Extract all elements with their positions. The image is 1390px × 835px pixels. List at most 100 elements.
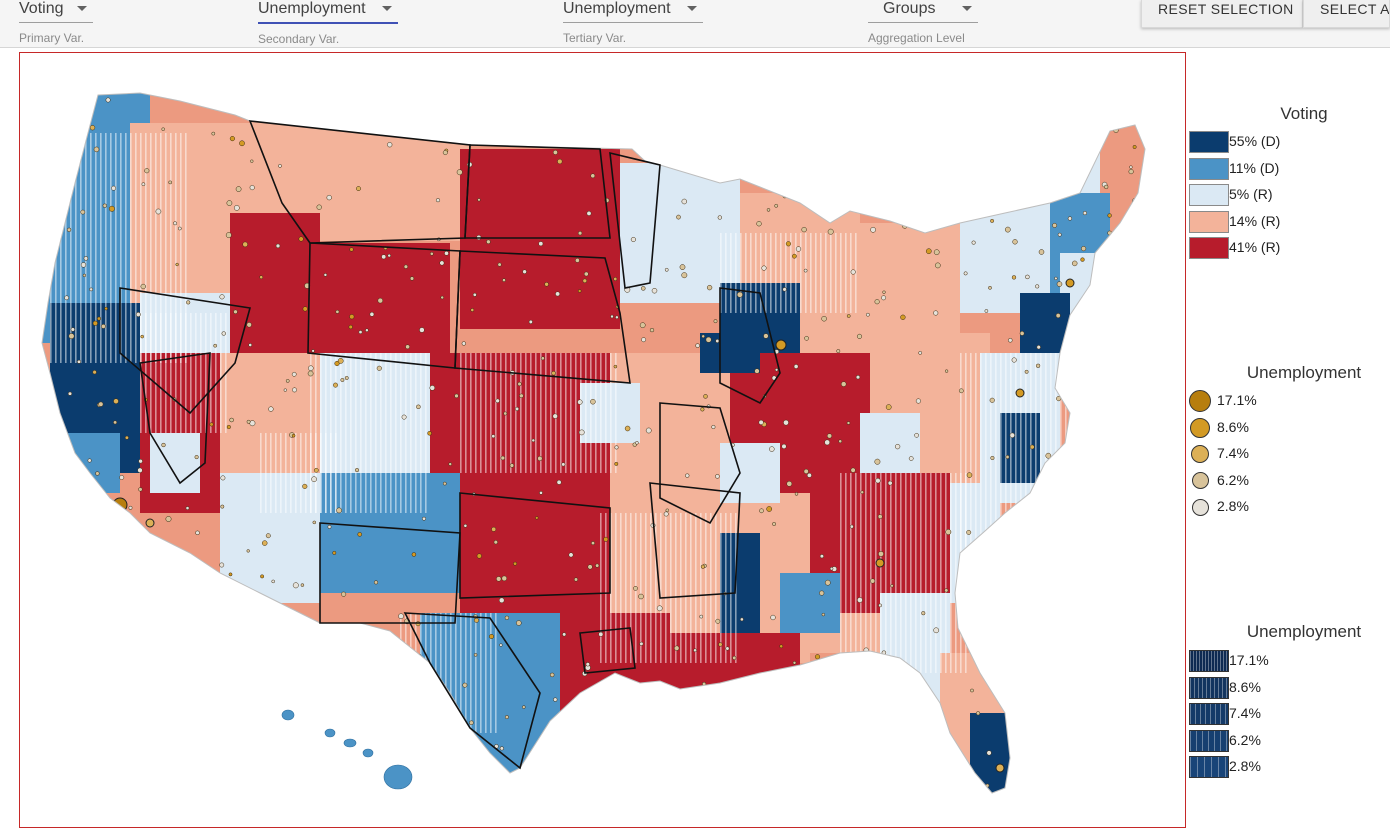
county-unemployment-marker	[341, 591, 347, 597]
chevron-down-icon	[382, 6, 392, 11]
county-unemployment-marker	[349, 314, 355, 320]
county-unemployment-marker	[61, 631, 65, 635]
county-unemployment-marker	[219, 562, 225, 568]
county-unemployment-marker	[544, 282, 549, 287]
county-unemployment-marker	[1005, 455, 1010, 459]
county-unemployment-marker	[155, 208, 162, 215]
county-unemployment-marker	[411, 552, 417, 557]
county-unemployment-marker	[785, 241, 791, 247]
us-map[interactable]	[20, 53, 1186, 828]
county-unemployment-marker	[551, 370, 556, 376]
county-unemployment-marker	[999, 542, 1005, 547]
county-unemployment-marker	[1103, 658, 1109, 664]
county-unemployment-marker	[1010, 784, 1015, 788]
county-unemployment-marker	[870, 226, 876, 233]
county-unemployment-marker	[344, 376, 349, 380]
county-unemployment-marker	[1008, 680, 1013, 685]
county-unemployment-marker	[838, 439, 843, 444]
county-unemployment-marker	[714, 763, 719, 768]
map-panel[interactable]	[19, 52, 1186, 828]
county-unemployment-marker	[143, 564, 147, 569]
primary-var-select[interactable]: Voting Primary Var.	[19, 0, 93, 45]
secondary-var-select[interactable]: Unemployment Secondary Var.	[258, 0, 398, 46]
county-unemployment-marker	[1099, 320, 1104, 325]
county-unemployment-marker	[786, 480, 793, 487]
county-unemployment-marker	[104, 775, 110, 781]
county-unemployment-marker	[271, 579, 275, 584]
county-unemployment-marker	[933, 310, 939, 316]
county-unemployment-marker	[1123, 485, 1129, 492]
county-unemployment-marker	[863, 647, 869, 653]
hawaii-island	[383, 764, 413, 790]
county-unemployment-marker	[944, 369, 949, 373]
county-unemployment-marker	[275, 243, 281, 249]
county-unemployment-marker	[155, 659, 162, 666]
county-unemployment-marker	[429, 732, 434, 737]
county-unemployment-marker	[398, 613, 404, 620]
county-unemployment-marker	[1121, 548, 1126, 553]
county-unemployment-marker	[257, 749, 261, 754]
aggregation-level-select[interactable]: Groups Aggregation Level	[868, 0, 978, 45]
county-unemployment-marker	[213, 343, 218, 348]
county-unemployment-marker	[292, 582, 299, 589]
county-unemployment-marker	[750, 129, 756, 136]
county-unemployment-marker	[442, 150, 448, 156]
county-unemployment-marker	[356, 186, 361, 192]
county-unemployment-marker	[165, 516, 172, 522]
county-unemployment-marker	[378, 736, 384, 743]
county-unemployment-marker	[1065, 278, 1075, 288]
county-unemployment-marker	[260, 574, 265, 579]
county-unemployment-marker	[615, 315, 619, 320]
county-unemployment-marker	[454, 393, 459, 399]
county-unemployment-marker	[715, 474, 720, 479]
county-unemployment-marker	[689, 143, 695, 149]
legend-label: 7.4%	[1229, 705, 1261, 722]
county-unemployment-marker	[715, 339, 720, 343]
select-all-button[interactable]: SELECT AL	[1303, 0, 1390, 28]
county-unemployment-marker	[311, 349, 315, 353]
county-unemployment-marker	[1019, 331, 1025, 336]
county-unemployment-marker	[815, 721, 822, 728]
county-unemployment-marker	[501, 575, 508, 582]
county-unemployment-marker	[470, 308, 475, 312]
county-unemployment-marker	[779, 644, 784, 649]
county-unemployment-marker	[613, 277, 618, 281]
county-unemployment-marker	[474, 617, 479, 623]
tertiary-var-select[interactable]: Unemployment Tertiary Var.	[563, 0, 703, 45]
county-unemployment-marker	[199, 591, 204, 596]
legend-swatch	[1189, 184, 1229, 207]
county-unemployment-marker	[1132, 145, 1137, 149]
county-unemployment-marker	[84, 673, 89, 678]
county-group-region	[460, 149, 620, 329]
county-unemployment-marker	[1032, 515, 1037, 520]
county-unemployment-marker	[591, 541, 595, 546]
county-unemployment-marker	[1032, 500, 1039, 507]
county-unemployment-marker	[1095, 469, 1102, 475]
legend-circle	[1191, 472, 1209, 490]
county-unemployment-marker	[522, 705, 526, 709]
county-group-region	[780, 573, 840, 633]
county-unemployment-marker	[57, 492, 62, 497]
county-unemployment-marker	[875, 558, 885, 568]
county-unemployment-marker	[340, 378, 345, 382]
county-unemployment-marker	[514, 406, 520, 411]
county-unemployment-marker	[774, 203, 779, 208]
county-unemployment-marker	[1129, 363, 1134, 367]
county-unemployment-marker	[631, 686, 637, 693]
legend-label: 7.4%	[1217, 445, 1249, 462]
county-unemployment-marker	[705, 336, 712, 343]
county-unemployment-marker	[1081, 507, 1086, 512]
county-unemployment-marker	[1015, 388, 1025, 398]
county-unemployment-marker	[781, 443, 787, 449]
county-unemployment-marker	[715, 618, 721, 624]
county-unemployment-marker	[918, 351, 923, 355]
county-unemployment-marker	[387, 142, 393, 148]
county-unemployment-marker	[679, 264, 686, 270]
county-unemployment-marker	[1011, 275, 1017, 280]
reset-selection-button[interactable]: RESET SELECTION	[1141, 0, 1303, 28]
county-unemployment-marker	[804, 335, 809, 341]
county-unemployment-marker	[501, 110, 508, 117]
county-unemployment-marker	[365, 328, 369, 332]
county-unemployment-marker	[280, 98, 286, 104]
county-unemployment-marker	[323, 273, 328, 277]
